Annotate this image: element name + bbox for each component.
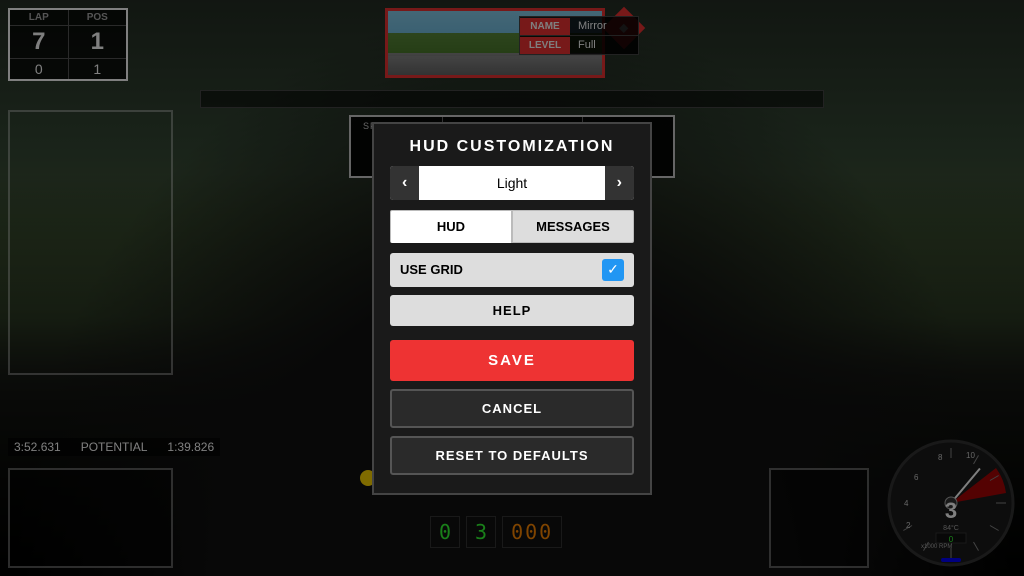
theme-next-button[interactable]: ›: [605, 166, 634, 200]
tab-hud[interactable]: HUD: [390, 210, 512, 243]
save-button[interactable]: SAVE: [390, 340, 634, 381]
theme-selector: ‹ Light ›: [390, 166, 634, 200]
modal-overlay: HUD CUSTOMIZATION ‹ Light › HUD MESSAGES…: [0, 0, 1024, 576]
hud-customization-modal: HUD CUSTOMIZATION ‹ Light › HUD MESSAGES…: [372, 122, 652, 495]
use-grid-label: USE GRID: [400, 262, 463, 277]
use-grid-row: USE GRID ✓: [390, 253, 634, 287]
modal-tabs: HUD MESSAGES: [390, 210, 634, 243]
reset-button[interactable]: RESET TO DEFAULTS: [390, 436, 634, 475]
help-button[interactable]: HELP: [390, 295, 634, 326]
tab-messages[interactable]: MESSAGES: [512, 210, 634, 243]
theme-value: Light: [419, 167, 604, 199]
use-grid-checkbox[interactable]: ✓: [602, 259, 624, 281]
cancel-button[interactable]: CANCEL: [390, 389, 634, 428]
modal-title: HUD CUSTOMIZATION: [374, 124, 650, 166]
theme-prev-button[interactable]: ‹: [390, 166, 419, 200]
